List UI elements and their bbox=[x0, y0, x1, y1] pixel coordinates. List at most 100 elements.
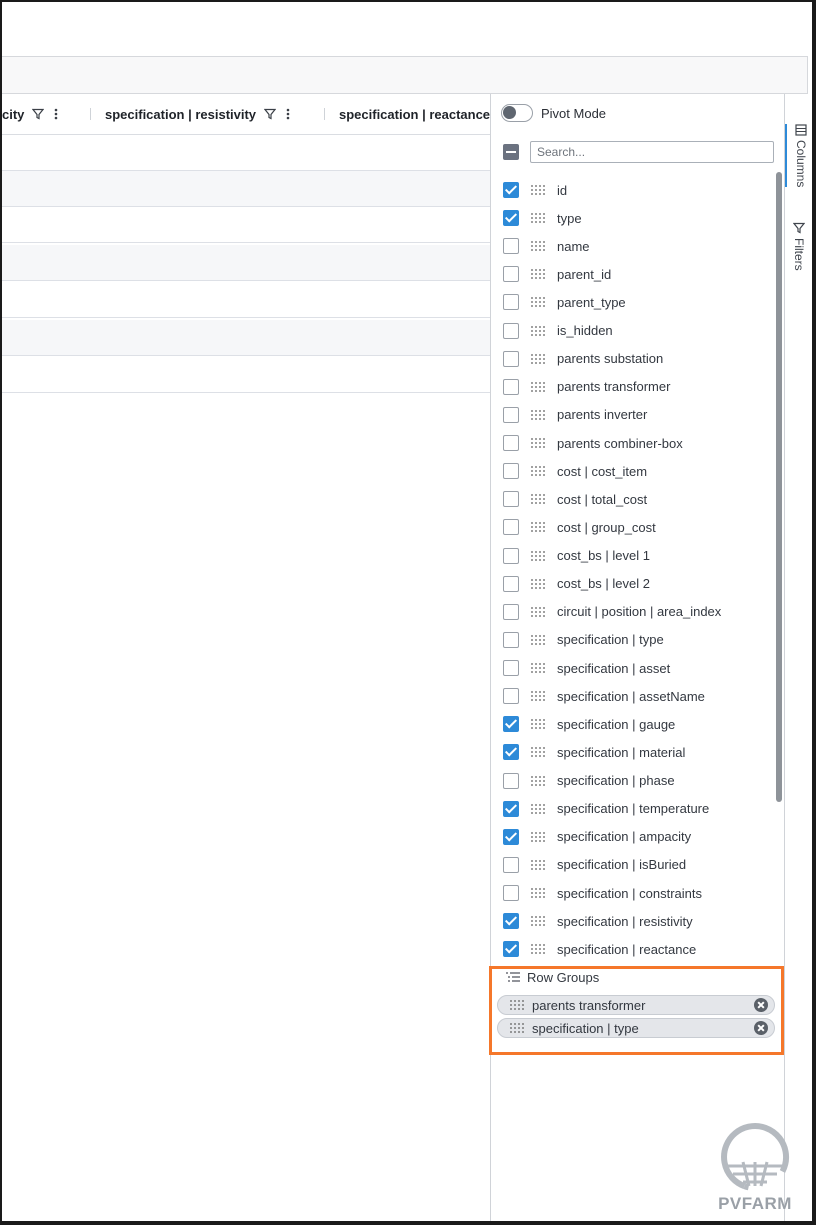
column-checkbox[interactable] bbox=[503, 885, 519, 901]
column-menu-icon[interactable] bbox=[54, 108, 58, 120]
drag-handle-icon[interactable] bbox=[510, 1000, 524, 1010]
toggle-switch[interactable] bbox=[501, 104, 533, 122]
column-checkbox[interactable] bbox=[503, 378, 519, 395]
drag-handle-icon[interactable] bbox=[531, 185, 545, 195]
column-checkbox[interactable] bbox=[503, 828, 519, 845]
remove-icon[interactable] bbox=[754, 998, 768, 1012]
column-item[interactable]: parent_id bbox=[491, 260, 773, 288]
column-item[interactable]: specification | temperature bbox=[491, 795, 773, 823]
column-item[interactable]: cost | cost_item bbox=[491, 457, 773, 485]
column-item[interactable]: parents substation bbox=[491, 345, 773, 373]
column-checkbox[interactable] bbox=[503, 238, 519, 255]
header-cell-resistivity[interactable]: specification | resistivity bbox=[105, 94, 290, 134]
column-item[interactable]: cost | group_cost bbox=[491, 513, 773, 541]
drag-handle-icon[interactable] bbox=[531, 494, 545, 505]
drag-handle-icon[interactable] bbox=[531, 409, 545, 420]
drag-handle-icon[interactable] bbox=[531, 466, 545, 477]
column-item[interactable]: name bbox=[491, 232, 773, 260]
table-row[interactable] bbox=[2, 171, 490, 207]
drag-handle-icon[interactable] bbox=[531, 241, 545, 252]
column-item[interactable]: specification | gauge bbox=[491, 710, 773, 738]
column-checkbox[interactable] bbox=[503, 519, 519, 536]
tab-columns[interactable]: Columns bbox=[785, 124, 811, 188]
drag-handle-icon[interactable] bbox=[531, 719, 545, 730]
drag-handle-icon[interactable] bbox=[531, 550, 545, 561]
table-row[interactable] bbox=[2, 207, 490, 243]
drag-handle-icon[interactable] bbox=[531, 859, 545, 870]
drag-handle-icon[interactable] bbox=[531, 831, 545, 842]
column-checkbox[interactable] bbox=[503, 913, 519, 930]
column-item[interactable]: id bbox=[491, 176, 773, 204]
column-checkbox[interactable] bbox=[503, 716, 519, 733]
column-item[interactable]: specification | material bbox=[491, 738, 773, 766]
column-checkbox[interactable] bbox=[503, 631, 519, 648]
column-checkbox[interactable] bbox=[503, 660, 519, 677]
table-row[interactable] bbox=[2, 245, 490, 281]
drag-handle-icon[interactable] bbox=[531, 944, 545, 955]
column-checkbox[interactable] bbox=[503, 435, 519, 452]
column-checkbox[interactable] bbox=[503, 266, 519, 283]
drag-handle-icon[interactable] bbox=[531, 381, 545, 392]
drag-handle-icon[interactable] bbox=[531, 522, 545, 533]
column-item[interactable]: specification | isBuried bbox=[491, 851, 773, 879]
column-checkbox[interactable] bbox=[503, 406, 519, 423]
column-item[interactable]: specification | constraints bbox=[491, 879, 773, 907]
column-item[interactable]: cost_bs | level 2 bbox=[491, 570, 773, 598]
column-item[interactable]: parents combiner-box bbox=[491, 429, 773, 457]
drag-handle-icon[interactable] bbox=[531, 634, 545, 645]
column-checkbox[interactable] bbox=[503, 800, 519, 817]
drag-handle-icon[interactable] bbox=[531, 213, 545, 224]
column-checkbox[interactable] bbox=[503, 941, 519, 958]
column-list-scrollbar[interactable] bbox=[776, 172, 782, 802]
header-cell-reactance[interactable]: specification | reactance bbox=[339, 94, 490, 134]
column-item[interactable]: cost | total_cost bbox=[491, 485, 773, 513]
select-all-checkbox[interactable] bbox=[503, 144, 519, 160]
column-item[interactable]: parent_type bbox=[491, 288, 773, 316]
drag-handle-icon[interactable] bbox=[531, 606, 545, 617]
column-checkbox[interactable] bbox=[503, 322, 519, 339]
drag-handle-icon[interactable] bbox=[531, 353, 545, 364]
remove-icon[interactable] bbox=[754, 1021, 768, 1035]
table-row[interactable] bbox=[2, 282, 490, 318]
table-row[interactable] bbox=[2, 320, 490, 356]
table-row[interactable] bbox=[2, 135, 490, 171]
column-item[interactable]: specification | resistivity bbox=[491, 907, 773, 935]
drag-handle-icon[interactable] bbox=[531, 297, 545, 308]
drag-handle-icon[interactable] bbox=[531, 269, 545, 280]
column-item[interactable]: specification | phase bbox=[491, 767, 773, 795]
drag-handle-icon[interactable] bbox=[531, 747, 545, 758]
drag-handle-icon[interactable] bbox=[531, 888, 545, 898]
drag-handle-icon[interactable] bbox=[531, 663, 545, 674]
column-item[interactable]: parents inverter bbox=[491, 401, 773, 429]
header-separator[interactable] bbox=[90, 108, 91, 120]
filter-icon[interactable] bbox=[264, 108, 277, 120]
column-item[interactable]: type bbox=[491, 204, 773, 232]
column-checkbox[interactable] bbox=[503, 210, 519, 227]
column-menu-icon[interactable] bbox=[286, 108, 290, 120]
column-item[interactable]: specification | ampacity bbox=[491, 823, 773, 851]
column-item[interactable]: circuit | position | area_index bbox=[491, 598, 773, 626]
drag-handle-icon[interactable] bbox=[531, 803, 545, 814]
column-item[interactable]: specification | type bbox=[491, 626, 773, 654]
drag-handle-icon[interactable] bbox=[531, 325, 545, 336]
column-checkbox[interactable] bbox=[503, 463, 519, 480]
column-checkbox[interactable] bbox=[503, 575, 519, 592]
tab-filters[interactable]: Filters bbox=[789, 222, 809, 271]
pivot-mode-toggle[interactable]: Pivot Mode bbox=[501, 104, 606, 122]
header-separator[interactable] bbox=[324, 108, 325, 120]
column-checkbox[interactable] bbox=[503, 856, 519, 873]
row-group-chip[interactable]: parents transformer bbox=[497, 995, 775, 1015]
column-item[interactable]: specification | assetName bbox=[491, 682, 773, 710]
table-row[interactable] bbox=[2, 357, 490, 393]
filter-icon[interactable] bbox=[32, 108, 45, 120]
column-checkbox[interactable] bbox=[503, 182, 519, 198]
column-item[interactable]: specification | asset bbox=[491, 654, 773, 682]
column-checkbox[interactable] bbox=[503, 294, 519, 311]
column-checkbox[interactable] bbox=[503, 547, 519, 564]
drag-handle-icon[interactable] bbox=[531, 578, 545, 589]
column-checkbox[interactable] bbox=[503, 350, 519, 367]
column-item[interactable]: parents transformer bbox=[491, 373, 773, 401]
drag-handle-icon[interactable] bbox=[531, 916, 545, 927]
drag-handle-icon[interactable] bbox=[510, 1023, 524, 1033]
drag-handle-icon[interactable] bbox=[531, 691, 545, 702]
